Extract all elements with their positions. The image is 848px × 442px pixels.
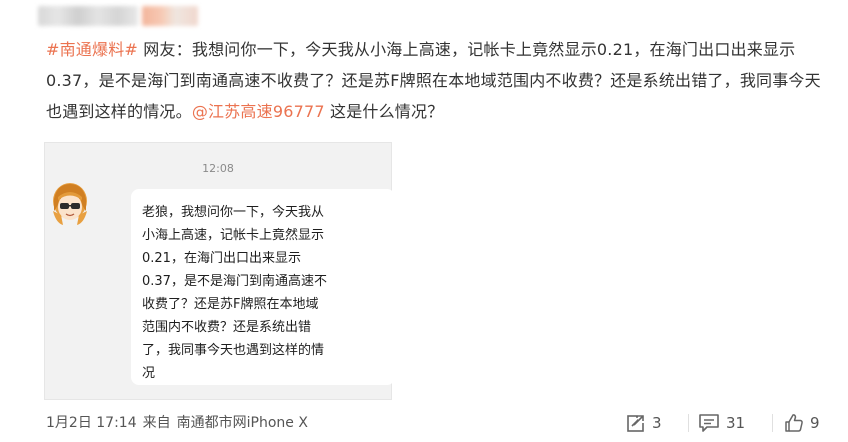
comment-icon — [699, 414, 719, 432]
repost-icon — [627, 414, 645, 432]
post-actions: 3 31 9 — [626, 412, 838, 434]
chat-time: 12:08 — [202, 162, 234, 175]
chat-message-bubble: 老狼，我想问你一下，今天我从 小海上高速，记帐卡上竟然显示 0.21，在海门出口… — [131, 189, 395, 385]
chat-screenshot-image[interactable]: 12:08 老狼，我想问你一下，今天我从 小海上高速，记帐卡上竟然显示 0.21… — [44, 142, 395, 400]
repost-count: 3 — [652, 414, 662, 432]
topic-link[interactable]: #南通爆料# — [46, 40, 138, 59]
mention-link[interactable]: @江苏高速96777 — [192, 102, 325, 121]
like-icon — [785, 414, 803, 432]
post-text: #南通爆料# 网友：我想问你一下，今天我从小海上高速，记帐卡上竟然显示0.21，… — [46, 34, 836, 127]
source-prefix: 来自 — [142, 415, 171, 431]
post-meta: 1月2日 17:14 来自 南通都市网iPhone X — [46, 413, 308, 433]
like-button[interactable]: 9 — [784, 413, 820, 433]
repost-button[interactable]: 3 — [626, 413, 662, 433]
avatar — [53, 183, 87, 225]
post-date[interactable]: 1月2日 17:14 — [46, 415, 137, 431]
post-source[interactable]: 南通都市网iPhone X — [177, 415, 308, 431]
action-divider — [688, 414, 689, 432]
comment-button[interactable]: 31 — [698, 413, 745, 433]
username-badge-blurred — [142, 6, 198, 26]
comment-count: 31 — [726, 414, 746, 432]
like-count: 9 — [810, 414, 820, 432]
post-body-end: 这是什么情况？ — [324, 102, 444, 121]
action-divider — [772, 414, 773, 432]
username-blurred — [38, 6, 138, 26]
